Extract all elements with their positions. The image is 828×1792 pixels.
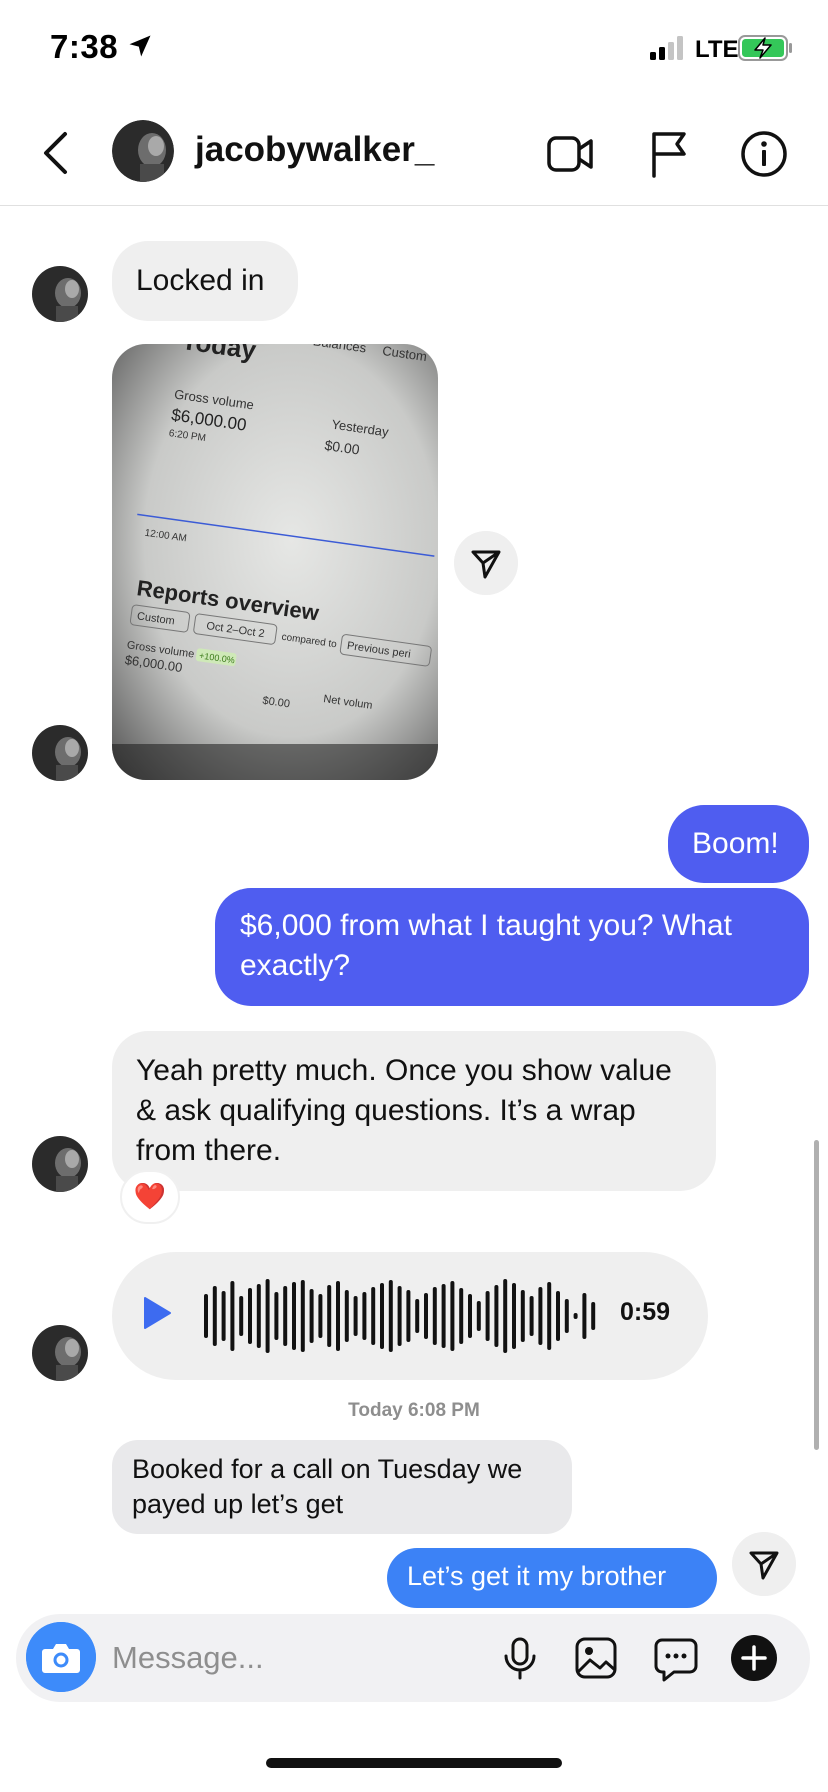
home-indicator <box>266 1758 562 1768</box>
video-camera-icon[interactable] <box>545 128 597 180</box>
waveform-bar <box>353 1296 358 1336</box>
status-bar: 7:38 LTE <box>0 0 828 100</box>
waveform-bar <box>204 1294 208 1338</box>
waveform-bar <box>459 1288 464 1344</box>
battery-charging-icon <box>738 35 792 61</box>
message-bubble[interactable]: Yeah pretty much. Once you show value & … <box>112 1031 716 1191</box>
waveform-bar <box>424 1293 428 1339</box>
timestamp: Today 6:08 PM <box>348 1400 480 1421</box>
avatar[interactable] <box>32 266 88 322</box>
status-time: 7:38 <box>50 28 119 65</box>
waveform-bar <box>538 1287 543 1345</box>
chat-username[interactable]: jacobywalker_ <box>195 130 434 170</box>
waveform-bar <box>292 1282 296 1350</box>
waveform-bar <box>529 1296 534 1336</box>
waveform-bar <box>362 1292 367 1340</box>
waveform-bar <box>591 1302 596 1330</box>
message-bubble[interactable]: Boom! <box>668 805 809 883</box>
shared-photo[interactable]: Balances Custom Today Gross volume $6,00… <box>112 344 438 780</box>
waveform-bar <box>371 1287 376 1345</box>
camera-icon[interactable] <box>26 1622 96 1692</box>
waveform-bar <box>344 1290 349 1342</box>
waveform-bar <box>283 1286 288 1346</box>
info-icon[interactable] <box>738 128 790 180</box>
waveform-bar <box>239 1296 244 1336</box>
waveform-bar <box>256 1284 261 1348</box>
message-bubble[interactable]: Let’s get it my brother <box>387 1548 717 1608</box>
chat-header: jacobywalker_ <box>0 100 828 206</box>
waveform-bar <box>485 1291 490 1341</box>
message-bubble[interactable]: Locked in <box>112 241 298 321</box>
waveform-bar <box>547 1282 552 1350</box>
waveform-bar <box>468 1294 472 1338</box>
waveform-bar <box>230 1281 235 1351</box>
waveform-bar <box>336 1281 340 1351</box>
waveform-bar <box>388 1280 393 1352</box>
gallery-icon[interactable] <box>572 1634 620 1682</box>
dashboard-photo-image: Balances Custom Today Gross volume $6,00… <box>112 344 438 780</box>
waveform-bar <box>248 1288 252 1344</box>
waveform-bar <box>432 1287 437 1345</box>
avatar[interactable] <box>32 1136 88 1192</box>
waveform-bar <box>564 1299 569 1333</box>
heart-reaction[interactable]: ❤️ <box>120 1170 180 1224</box>
avatar[interactable] <box>32 725 88 781</box>
play-icon[interactable] <box>142 1296 172 1330</box>
waveform-bar <box>476 1301 481 1331</box>
waveform-bar <box>327 1285 332 1347</box>
waveform-bar <box>582 1293 587 1339</box>
message-composer <box>16 1614 810 1702</box>
chat-bubble-icon[interactable] <box>652 1634 700 1682</box>
avatar[interactable] <box>112 120 174 182</box>
waveform-bar <box>265 1279 270 1353</box>
location-arrow-icon <box>129 35 151 57</box>
message-bubble[interactable]: Booked for a call on Tuesday we payed up… <box>112 1440 572 1534</box>
microphone-icon[interactable] <box>496 1634 544 1682</box>
waveform-bar <box>212 1286 217 1346</box>
waveform-bar <box>309 1289 314 1343</box>
waveform-bar <box>450 1281 455 1351</box>
waveform-bar <box>415 1299 420 1333</box>
waveform-bar <box>512 1283 516 1349</box>
waveform-bar <box>573 1313 578 1319</box>
waveform <box>204 1279 596 1353</box>
waveform-bar <box>503 1279 508 1353</box>
waveform-bar <box>397 1286 402 1346</box>
waveform-bar <box>406 1290 411 1342</box>
scrollbar[interactable] <box>814 1140 819 1450</box>
waveform-bar <box>221 1291 226 1341</box>
waveform-bar <box>274 1292 279 1340</box>
waveform-bar <box>380 1283 384 1349</box>
waveform-bar <box>300 1280 305 1352</box>
share-send-icon[interactable] <box>454 531 518 595</box>
waveform-bar <box>318 1294 323 1338</box>
back-chevron-icon[interactable] <box>38 130 72 176</box>
waveform-bar <box>520 1290 525 1342</box>
waveform-bar <box>441 1284 446 1348</box>
avatar[interactable] <box>32 1325 88 1381</box>
message-bubble[interactable]: $6,000 from what I taught you? What exac… <box>215 888 809 1006</box>
share-send-icon[interactable] <box>732 1532 796 1596</box>
message-input[interactable] <box>112 1636 412 1680</box>
voice-message[interactable]: 0:59 <box>112 1252 708 1380</box>
voice-duration: 0:59 <box>620 1298 671 1326</box>
waveform-bar <box>494 1285 499 1347</box>
waveform-bar <box>556 1291 560 1341</box>
flag-icon[interactable] <box>644 128 696 180</box>
signal-icon <box>650 36 683 60</box>
plus-icon[interactable] <box>730 1634 778 1682</box>
network-label: LTE <box>695 36 739 63</box>
